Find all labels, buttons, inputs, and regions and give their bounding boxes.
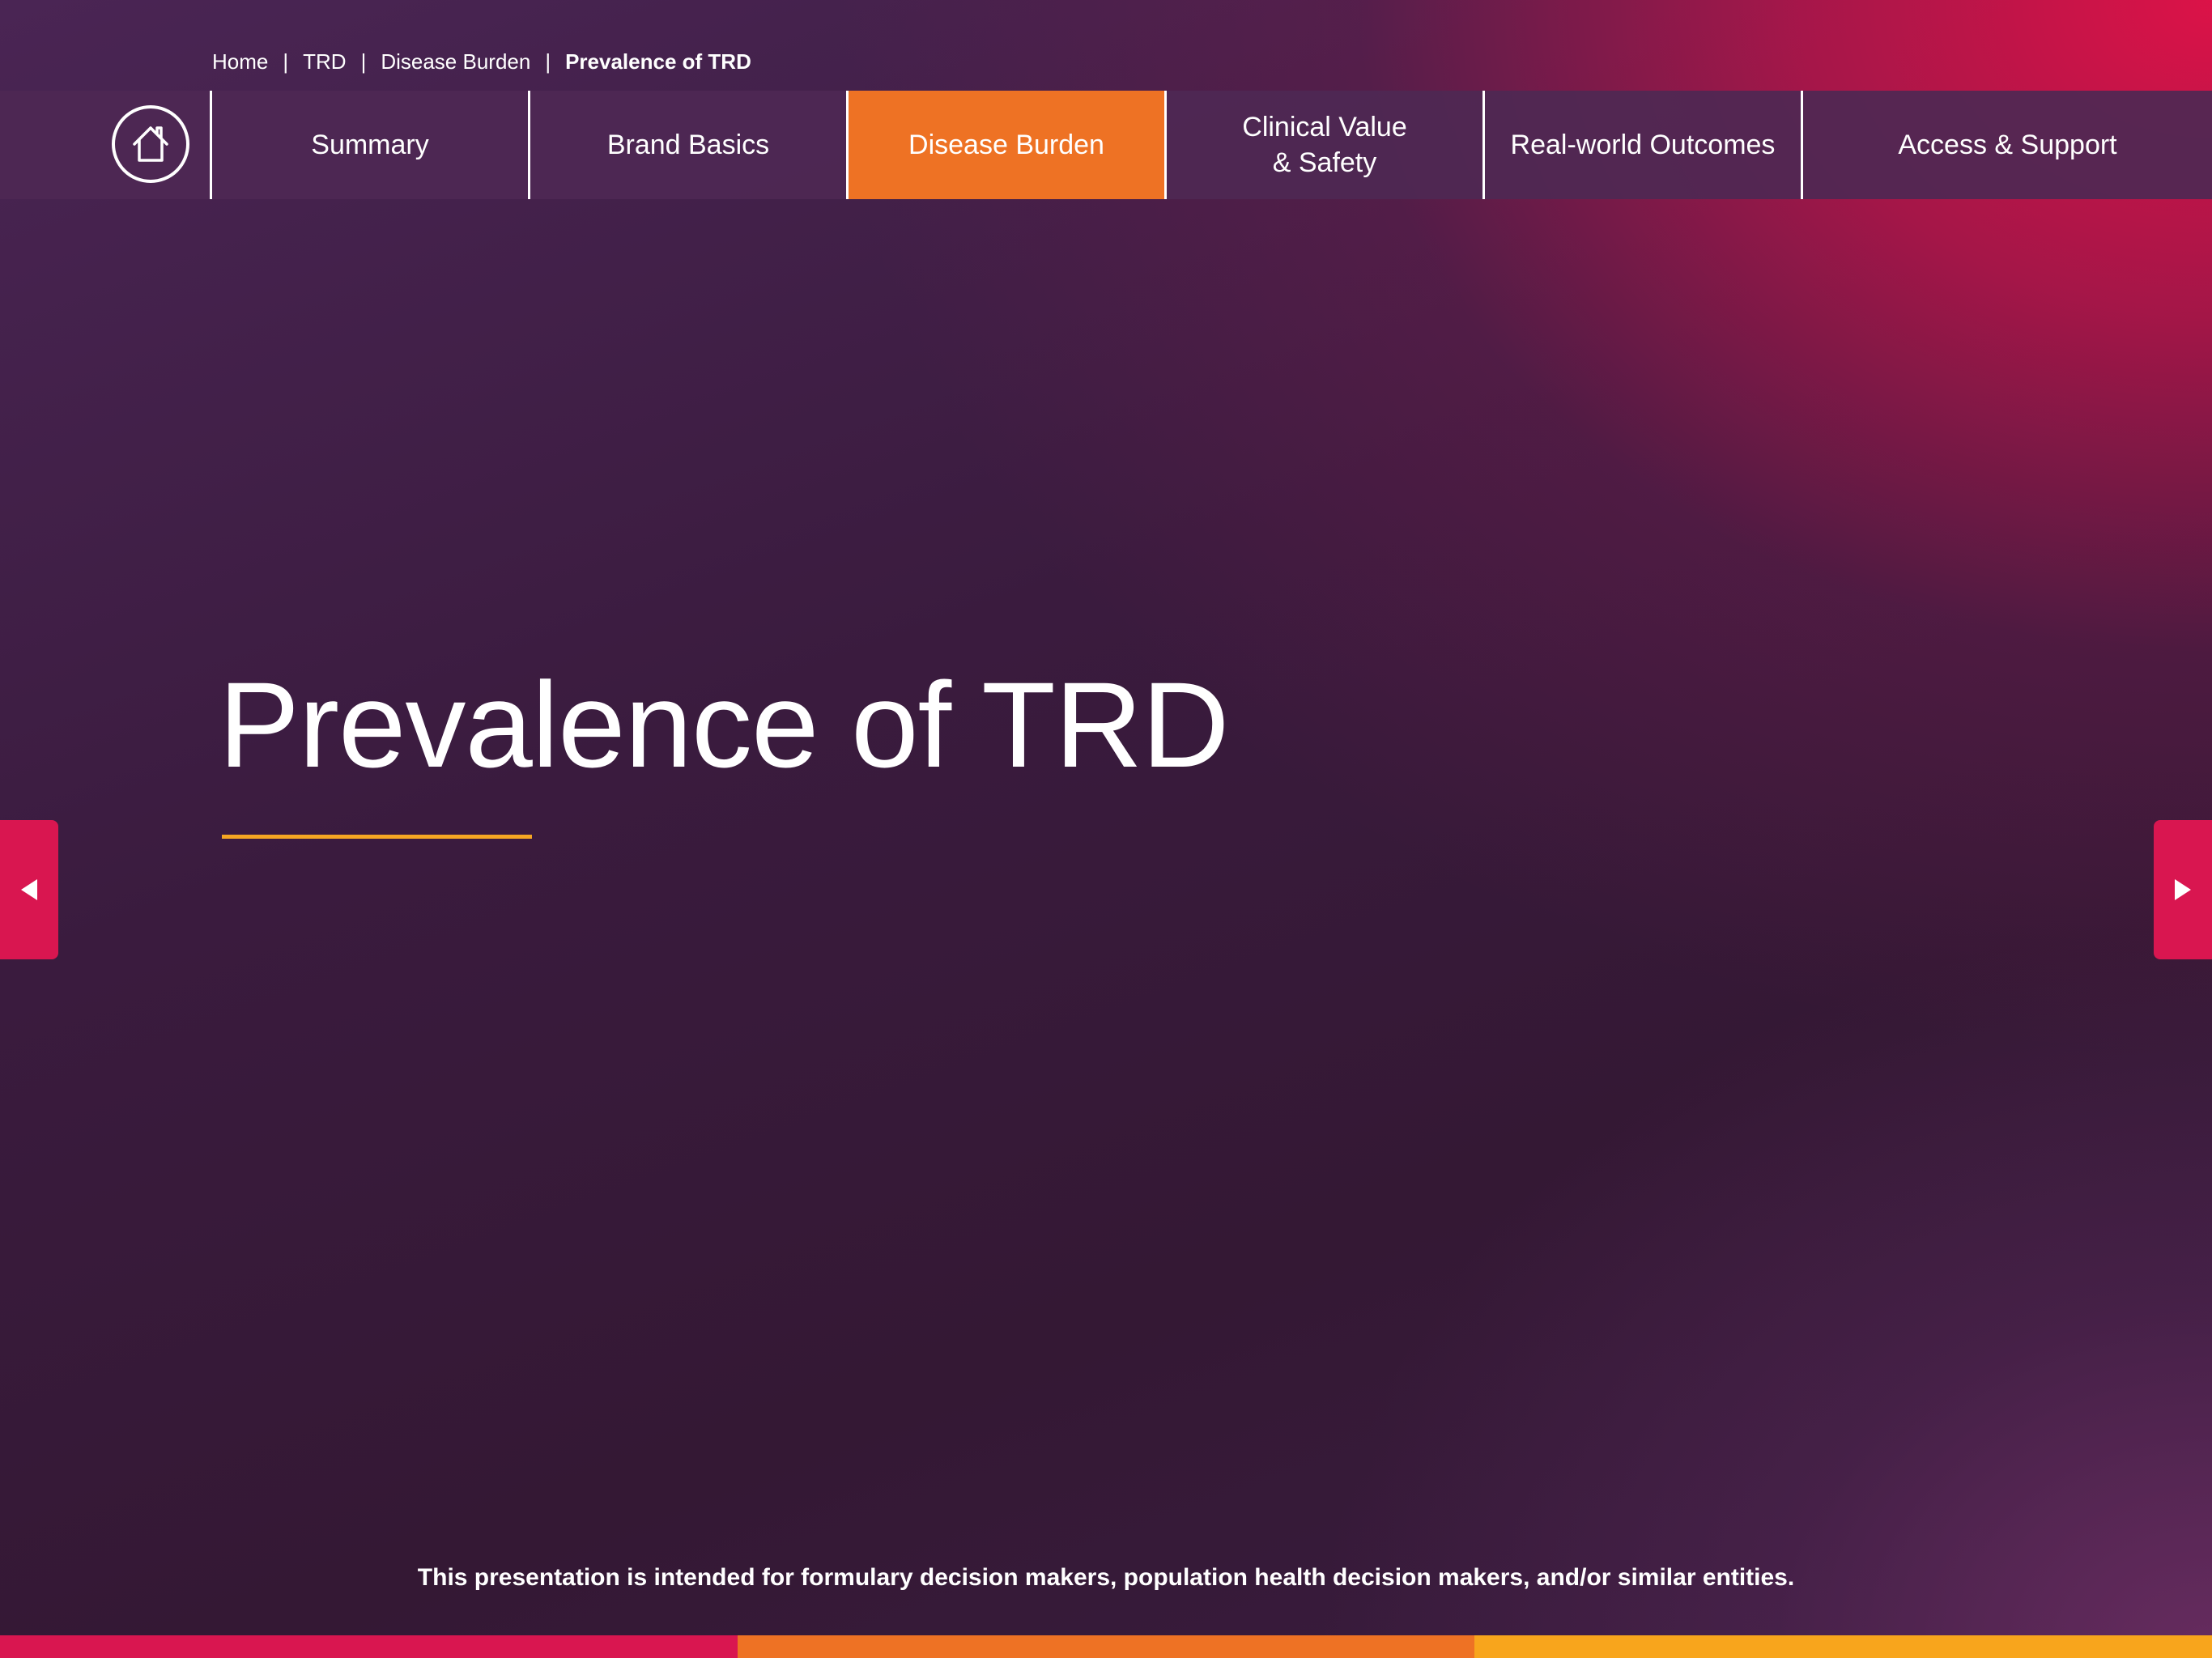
breadcrumb-current: Prevalence of TRD [565, 49, 751, 74]
breadcrumb-trd[interactable]: TRD [303, 49, 346, 74]
page-title: Prevalence of TRD [219, 657, 1229, 793]
stripe-segment-pink [0, 1635, 738, 1658]
breadcrumb-separator: | [545, 49, 551, 74]
tab-clinical-value-label: Clinical Value & Safety [1242, 109, 1406, 181]
tab-real-world-outcomes-label: Real-world Outcomes [1510, 130, 1776, 160]
tab-access-support[interactable]: Access & Support [1803, 91, 2212, 199]
tab-access-support-label: Access & Support [1898, 130, 2117, 160]
breadcrumb: Home | TRD | Disease Burden | Prevalence… [212, 47, 751, 76]
tab-clinical-value-line1: Clinical Value [1242, 112, 1407, 142]
bottom-color-stripe [0, 1635, 2212, 1658]
disclaimer-text: This presentation is intended for formul… [417, 1564, 1795, 1591]
stripe-segment-yellow [1474, 1635, 2212, 1658]
home-cell [0, 91, 212, 199]
tab-summary-label: Summary [311, 130, 429, 160]
stripe-segment-orange [737, 1635, 1475, 1658]
next-slide-button[interactable] [2154, 820, 2212, 959]
tab-disease-burden-label: Disease Burden [908, 130, 1104, 160]
tab-clinical-value-safety[interactable]: Clinical Value & Safety [1167, 91, 1485, 199]
breadcrumb-disease-burden[interactable]: Disease Burden [381, 49, 530, 74]
title-underline [222, 835, 532, 839]
breadcrumb-separator: | [283, 49, 289, 74]
home-icon [133, 126, 168, 162]
main-nav: Summary Brand Basics Disease Burden Clin… [0, 91, 2212, 199]
previous-slide-button[interactable] [0, 820, 58, 959]
tab-summary[interactable]: Summary [212, 91, 530, 199]
triangle-right-icon [2175, 879, 2191, 900]
tab-brand-basics-label: Brand Basics [606, 130, 770, 160]
tab-brand-basics[interactable]: Brand Basics [530, 91, 849, 199]
tab-real-world-outcomes[interactable]: Real-world Outcomes [1485, 91, 1803, 199]
home-button[interactable] [112, 105, 189, 183]
tab-clinical-value-line2: & Safety [1272, 147, 1377, 178]
tab-disease-burden[interactable]: Disease Burden [849, 91, 1167, 199]
triangle-left-icon [21, 879, 37, 900]
breadcrumb-home[interactable]: Home [212, 49, 268, 74]
breadcrumb-separator: | [360, 49, 367, 74]
